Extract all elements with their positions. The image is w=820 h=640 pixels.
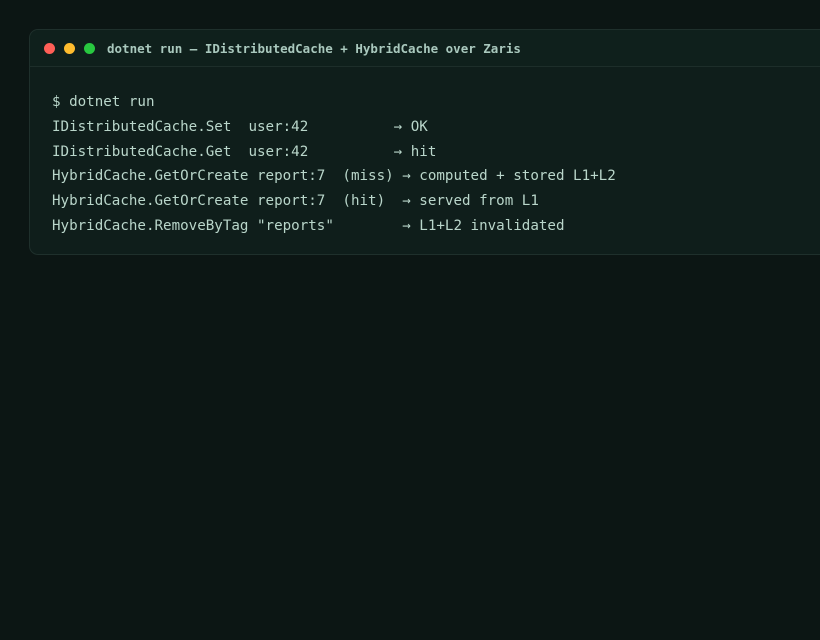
terminal-output[interactable]: $ dotnet run IDistributedCache.Set user:… <box>30 67 820 239</box>
terminal-line: IDistributedCache.Set user:42 → OK <box>52 118 428 135</box>
terminal-window: dotnet run — IDistributedCache + HybridC… <box>29 29 820 255</box>
terminal-line: HybridCache.GetOrCreate report:7 (hit) →… <box>52 193 539 210</box>
terminal-line: IDistributedCache.Get user:42 → hit <box>52 143 437 160</box>
terminal-line-command: $ dotnet run <box>52 94 155 110</box>
maximize-window-icon[interactable] <box>84 42 95 54</box>
title-bar: dotnet run — IDistributedCache + HybridC… <box>30 30 820 67</box>
close-window-icon[interactable] <box>44 42 55 54</box>
minimize-window-icon[interactable] <box>64 42 75 54</box>
terminal-line: HybridCache.GetOrCreate report:7 (miss) … <box>52 168 616 185</box>
terminal-line: HybridCache.RemoveByTag "reports" → L1+L… <box>52 217 565 234</box>
window-title: dotnet run — IDistributedCache + HybridC… <box>107 40 521 56</box>
